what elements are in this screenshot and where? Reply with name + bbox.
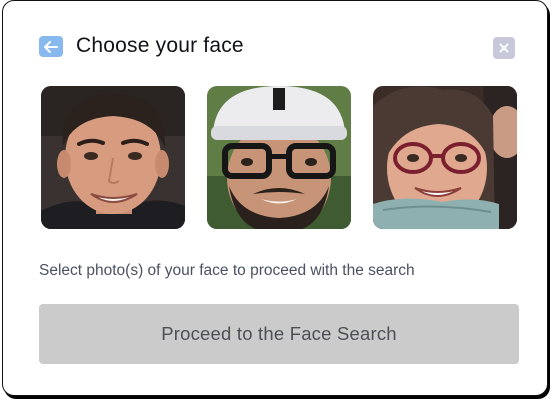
- face-photo-1[interactable]: [41, 86, 185, 229]
- face-photo-grid: [41, 86, 517, 229]
- face-photo-2[interactable]: [207, 86, 351, 229]
- face-photo-3[interactable]: [373, 86, 517, 229]
- back-button[interactable]: [39, 36, 63, 57]
- dialog-title: Choose your face: [76, 34, 244, 57]
- close-button[interactable]: [493, 37, 515, 59]
- arrow-left-icon: [44, 40, 58, 53]
- proceed-button[interactable]: Proceed to the Face Search: [39, 304, 519, 364]
- helper-text: Select photo(s) of your face to proceed …: [39, 262, 415, 279]
- face-select-dialog: Choose your face Select photo(s) of your…: [2, 0, 548, 396]
- close-icon: [499, 43, 509, 53]
